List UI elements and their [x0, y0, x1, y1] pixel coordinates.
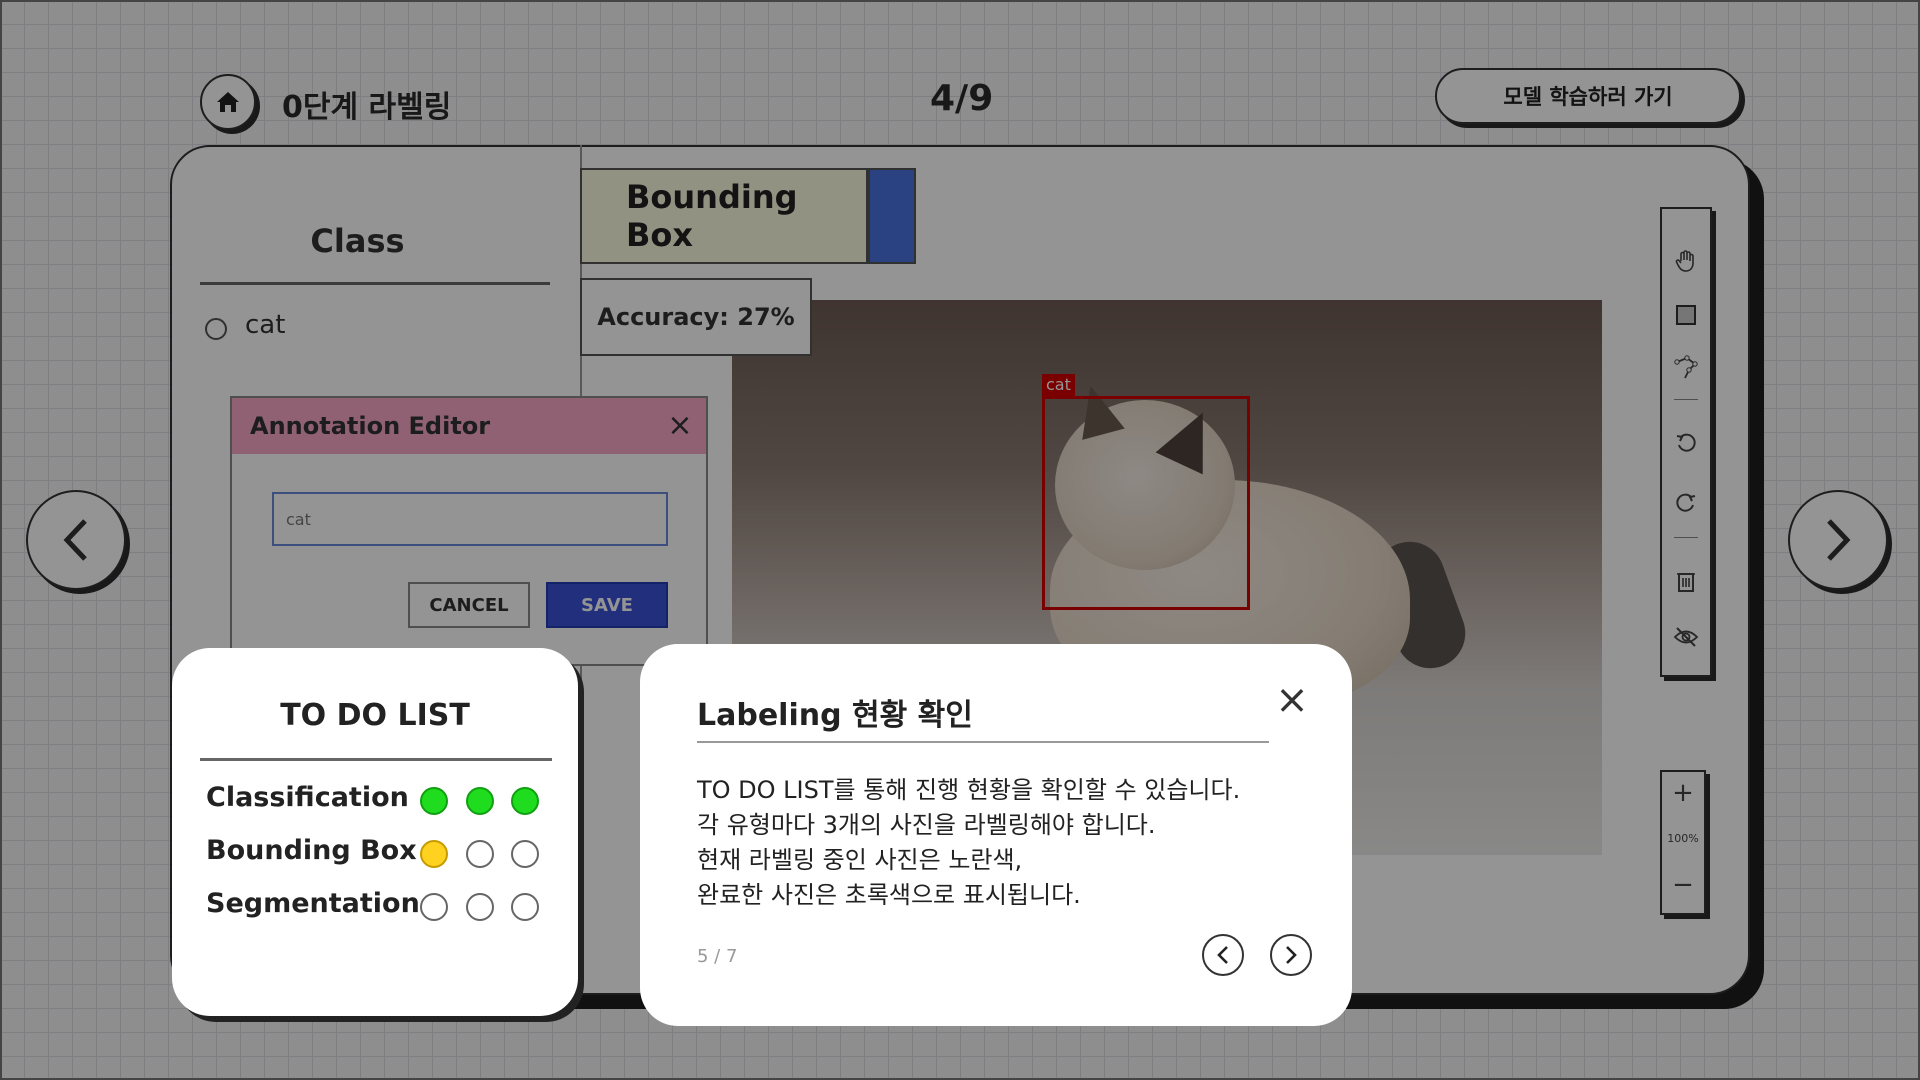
- screen-frame: [0, 0, 1920, 1080]
